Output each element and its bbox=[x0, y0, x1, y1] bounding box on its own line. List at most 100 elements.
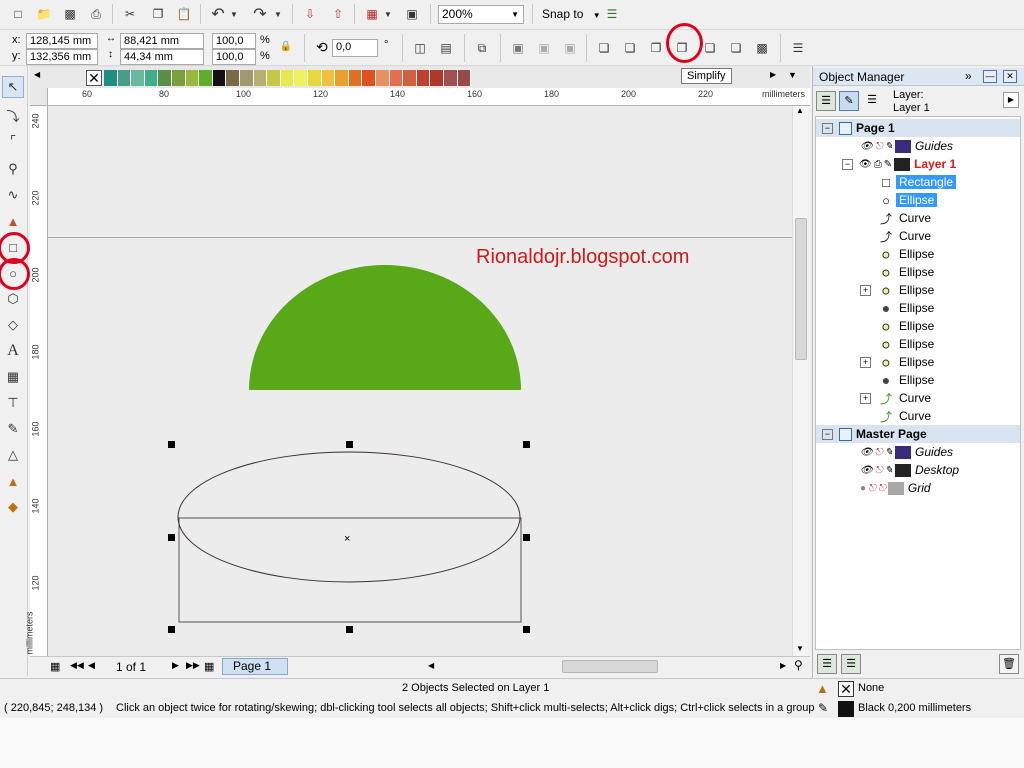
palette-swatch[interactable] bbox=[267, 70, 281, 86]
green-semicircle[interactable] bbox=[249, 265, 521, 390]
collapse-icon[interactable]: − bbox=[822, 428, 833, 440]
drawing-canvas[interactable]: Rionaldojr.blogspot.com × bbox=[48, 106, 792, 656]
docker-menu-icon[interactable]: ▶ bbox=[1003, 92, 1019, 108]
palette-swatch[interactable] bbox=[199, 70, 213, 86]
page1-row[interactable]: − Page 1 bbox=[816, 119, 1020, 137]
edit-pencil-icon[interactable]: ✎ bbox=[885, 141, 893, 152]
x-position-field[interactable]: 128,145 mm bbox=[26, 33, 98, 49]
palette-swatch[interactable] bbox=[253, 70, 268, 86]
lock-ratio-icon[interactable]: 🔒 bbox=[276, 36, 296, 56]
add-page-before-icon[interactable]: ▦ bbox=[50, 660, 60, 673]
selection-handle-bl[interactable] bbox=[168, 626, 175, 633]
application-launcher-icon[interactable]: ▦ bbox=[362, 4, 382, 24]
object-list-item[interactable]: + ● Ellipse bbox=[860, 281, 937, 299]
palette-scroll-left-icon[interactable]: ◀ bbox=[34, 70, 48, 84]
collapse-icon[interactable]: − bbox=[842, 158, 853, 170]
h-scroll-right-icon[interactable]: ▶ bbox=[780, 661, 786, 670]
next-page-icon[interactable]: ▶ bbox=[172, 660, 179, 671]
new-document-icon[interactable]: □ bbox=[8, 4, 28, 24]
object-list-item[interactable]: ● Ellipse bbox=[860, 299, 937, 317]
vertical-scroll-thumb[interactable] bbox=[795, 218, 807, 360]
dimension-tool-icon[interactable]: ⊤ bbox=[2, 392, 24, 414]
prev-page-icon[interactable]: ◀ bbox=[88, 660, 95, 671]
create-boundary-icon[interactable]: ▩ bbox=[752, 38, 772, 58]
selection-handle-ml[interactable] bbox=[168, 534, 175, 541]
object-list-item[interactable]: ● Ellipse bbox=[860, 263, 937, 281]
palette-swatch[interactable] bbox=[308, 70, 322, 86]
crop-tool-icon[interactable]: ⌜ bbox=[2, 130, 24, 152]
mirror-vertical-icon[interactable]: ▤ bbox=[436, 38, 456, 58]
palette-swatch[interactable] bbox=[185, 70, 200, 86]
scale-x-field[interactable]: 100,0 bbox=[212, 33, 256, 49]
outline-tool-icon[interactable]: △ bbox=[2, 444, 24, 466]
interactive-fill-tool-icon[interactable]: ◆ bbox=[2, 496, 24, 518]
y-position-field[interactable]: 132,356 mm bbox=[26, 49, 98, 65]
palette-swatch[interactable] bbox=[294, 70, 308, 86]
new-master-layer-icon[interactable]: ☰ bbox=[841, 654, 861, 674]
back-minus-front-icon[interactable]: ❏ bbox=[726, 38, 746, 58]
table-tool-icon[interactable]: ▦ bbox=[2, 366, 24, 388]
palette-swatch[interactable] bbox=[158, 70, 172, 86]
expand-icon[interactable]: + bbox=[860, 392, 871, 404]
width-field[interactable]: 88,421 mm bbox=[120, 33, 204, 49]
intersect-icon[interactable]: ❐ bbox=[646, 38, 666, 58]
outline-pen-icon[interactable]: ✎ bbox=[818, 701, 828, 715]
import-icon[interactable]: ⇩ bbox=[300, 4, 320, 24]
zoom-level-select[interactable]: 200% ▼ bbox=[438, 5, 524, 24]
selection-handle-br[interactable] bbox=[523, 626, 530, 633]
print-icon[interactable]: ⎙ bbox=[86, 4, 106, 24]
object-list-item[interactable]: + ⤴ Curve bbox=[860, 389, 934, 407]
minimize-icon[interactable]: — bbox=[983, 70, 997, 83]
copy-icon[interactable]: ❐ bbox=[148, 4, 168, 24]
group-icon[interactable]: ⧉ bbox=[472, 38, 492, 58]
selection-handle-mr[interactable] bbox=[523, 534, 530, 541]
new-layer-icon[interactable]: ☰ bbox=[817, 654, 837, 674]
welcome-screen-icon[interactable]: ▣ bbox=[402, 4, 422, 24]
palette-swatch[interactable] bbox=[321, 70, 336, 86]
smart-fill-tool-icon[interactable]: ▲ bbox=[2, 210, 24, 232]
palette-swatch[interactable] bbox=[389, 70, 404, 86]
palette-swatch[interactable] bbox=[403, 70, 417, 86]
scale-y-field[interactable]: 100,0 bbox=[212, 49, 256, 65]
no-color-swatch[interactable]: ✕ bbox=[86, 70, 102, 86]
show-properties-icon[interactable]: ☰ bbox=[816, 91, 836, 111]
object-list-item[interactable]: + ● Ellipse bbox=[860, 353, 937, 371]
selection-handle-tc[interactable] bbox=[346, 441, 353, 448]
palette-menu-icon[interactable]: ▼ bbox=[788, 70, 802, 84]
front-minus-back-icon[interactable]: ❏ bbox=[700, 38, 720, 58]
zoom-navigator-icon[interactable]: ⚲ bbox=[794, 658, 803, 672]
shape-tool-icon[interactable]: ⤵ bbox=[2, 104, 24, 126]
undo-dropdown-icon[interactable]: ▼ bbox=[228, 4, 240, 24]
palette-swatch[interactable] bbox=[457, 70, 472, 86]
basic-shapes-tool-icon[interactable]: ◇ bbox=[2, 314, 24, 336]
zoom-tool-icon[interactable]: ⚲ bbox=[2, 158, 24, 180]
object-list-item[interactable]: ⤴ Curve bbox=[860, 407, 934, 425]
launcher-dropdown-icon[interactable]: ▼ bbox=[382, 4, 394, 24]
edit-pencil-icon[interactable]: ✎ bbox=[885, 447, 893, 458]
snap-to-menu[interactable]: Snap to ▼ bbox=[542, 7, 601, 21]
delete-icon[interactable]: 🗑 bbox=[999, 654, 1019, 674]
palette-swatch[interactable] bbox=[212, 70, 227, 86]
edit-across-layers-icon[interactable]: ✎ bbox=[839, 91, 859, 111]
selected-ellipse[interactable] bbox=[177, 451, 521, 583]
palette-swatch[interactable] bbox=[430, 70, 444, 86]
trim-icon[interactable]: ❏ bbox=[620, 38, 640, 58]
polygon-tool-icon[interactable]: ⬡ bbox=[2, 288, 24, 310]
print-disabled-icon[interactable]: ⎋ bbox=[868, 483, 876, 494]
edit-pencil-icon[interactable]: ✎ bbox=[885, 465, 893, 476]
palette-scroll-right-icon[interactable]: ▶ bbox=[770, 70, 784, 84]
expand-icon[interactable]: + bbox=[860, 284, 871, 296]
redo-icon[interactable]: ↷ bbox=[250, 4, 270, 24]
export-icon[interactable]: ⇧ bbox=[328, 4, 348, 24]
combine-icon[interactable]: ▣ bbox=[508, 38, 528, 58]
paste-icon[interactable]: 📋 bbox=[174, 4, 194, 24]
cut-icon[interactable]: ✂ bbox=[120, 4, 140, 24]
eye-icon[interactable]: 👁 bbox=[860, 465, 873, 476]
undo-icon[interactable]: ↶ bbox=[208, 4, 228, 24]
eye-icon[interactable]: 👁 bbox=[859, 159, 872, 170]
eye-icon[interactable]: 👁 bbox=[860, 447, 873, 458]
redo-dropdown-icon[interactable]: ▼ bbox=[272, 4, 284, 24]
selection-handle-bc[interactable] bbox=[346, 626, 353, 633]
palette-swatch[interactable] bbox=[131, 70, 145, 86]
object-list-item[interactable]: ● Ellipse bbox=[860, 317, 937, 335]
